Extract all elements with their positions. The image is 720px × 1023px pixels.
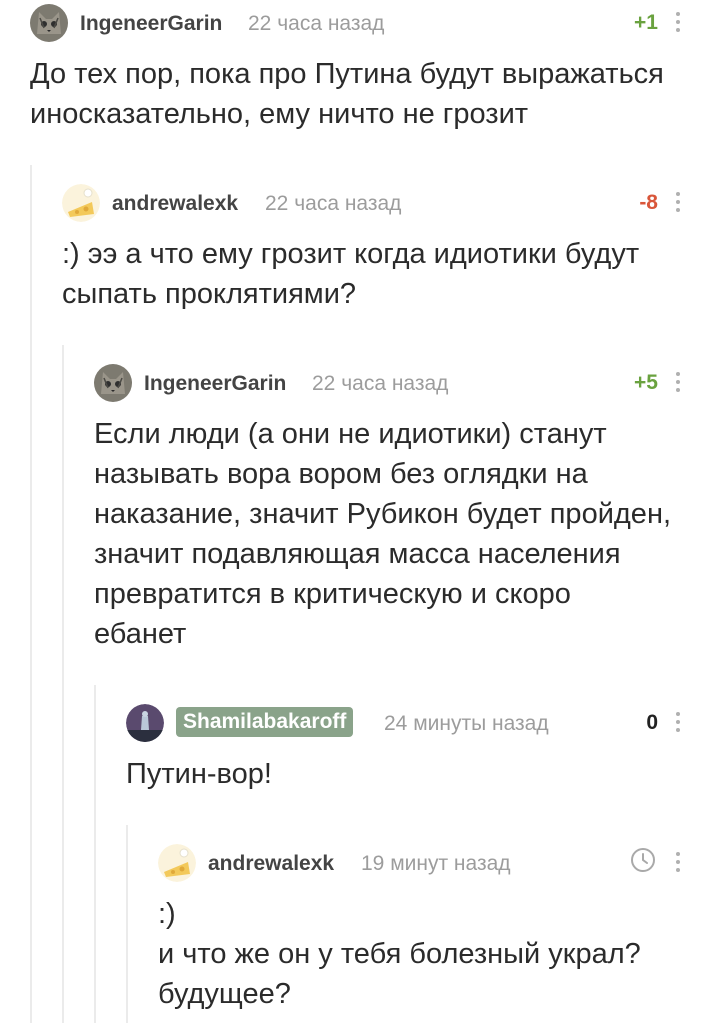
comment: andrewalexk 22 часа назад -8 :) ээ а что…	[62, 184, 690, 314]
comment: IngeneerGarin 22 часа назад +1 До тех по…	[30, 4, 690, 134]
comment: Shamilabakaroff 24 минуты назад 0 Путин-…	[126, 704, 690, 794]
timestamp[interactable]: 22 часа назад	[248, 12, 384, 36]
cat-avatar[interactable]	[30, 4, 68, 42]
timestamp[interactable]: 22 часа назад	[312, 372, 448, 396]
more-options-icon[interactable]	[674, 372, 682, 396]
comment-text: Путин-вор!	[126, 758, 272, 790]
username[interactable]: IngeneerGarin	[144, 372, 286, 396]
username[interactable]: andrewalexk	[208, 852, 334, 876]
comment-header: IngeneerGarin 22 часа назад +5	[94, 364, 690, 404]
rating: 0	[646, 711, 658, 734]
more-options-icon[interactable]	[674, 12, 682, 36]
thread-line-level-1	[30, 165, 32, 1023]
comment: andrewalexk 19 минут назад :) и что же о…	[158, 844, 690, 1014]
comment-text: До тех пор, пока про Путина будут выража…	[30, 58, 664, 130]
thread-line-level-4	[126, 825, 128, 1023]
comment-text: :) ээ а что ему грозит когда идиотики бу…	[62, 238, 640, 310]
comment-header: IngeneerGarin 22 часа назад +1	[30, 4, 690, 44]
rating: -8	[639, 191, 658, 214]
rating: +5	[634, 371, 658, 394]
comment-text: :) и что же он у тебя болезный украл? бу…	[158, 898, 641, 1010]
timestamp[interactable]: 22 часа назад	[265, 192, 401, 216]
comment-header: andrewalexk 22 часа назад -8	[62, 184, 690, 224]
comment-header: andrewalexk 19 минут назад	[158, 844, 690, 884]
comment-text: Если люди (а они не идиотики) станут наз…	[94, 418, 672, 650]
thread-line-level-2	[62, 345, 64, 1023]
comment: IngeneerGarin 22 часа назад +5 Если люди…	[94, 364, 690, 654]
cheese-avatar[interactable]	[158, 844, 196, 882]
timestamp[interactable]: 24 минуты назад	[384, 712, 549, 736]
more-options-icon[interactable]	[674, 192, 682, 216]
comment-header: Shamilabakaroff 24 минуты назад 0	[126, 704, 690, 744]
clock-icon	[630, 847, 656, 873]
thread-line-level-3	[94, 685, 96, 1023]
rating: +1	[634, 11, 658, 34]
username-badge[interactable]: Shamilabakaroff	[176, 707, 354, 737]
username[interactable]: IngeneerGarin	[80, 12, 222, 36]
timestamp[interactable]: 19 минут назад	[361, 852, 511, 876]
statue-avatar[interactable]	[126, 704, 164, 742]
more-options-icon[interactable]	[674, 712, 682, 736]
more-options-icon[interactable]	[674, 852, 682, 876]
username[interactable]: andrewalexk	[112, 192, 238, 216]
cheese-avatar[interactable]	[62, 184, 100, 222]
cat-avatar[interactable]	[94, 364, 132, 402]
